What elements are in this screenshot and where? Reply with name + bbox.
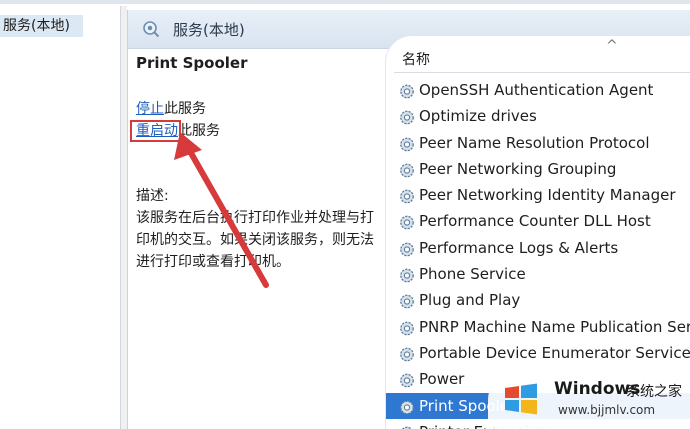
service-detail-pane: Print Spooler 停止此服务 重启动此服务 描述: 该服务在后台执行打… xyxy=(128,49,388,429)
service-gear-icon xyxy=(398,240,416,257)
service-gear-icon xyxy=(398,319,416,336)
restart-suffix: 此服务 xyxy=(178,123,220,139)
service-gear-icon xyxy=(398,187,416,204)
stop-action: 停止此服务 xyxy=(136,99,206,119)
service-gear-icon xyxy=(398,424,416,429)
service-row-label: Plug and Play xyxy=(419,291,521,310)
service-row[interactable]: Optimize drives xyxy=(386,103,690,129)
service-row-label: Power xyxy=(419,370,465,389)
service-row[interactable]: Peer Name Resolution Protocol xyxy=(386,130,690,156)
watermark-url: www.bjjmlv.com xyxy=(558,403,656,417)
service-row-label: Peer Name Resolution Protocol xyxy=(419,133,650,152)
service-row-label: Performance Counter DLL Host xyxy=(419,212,651,231)
description-text: 该服务在后台执行打印作业并处理与打印机的交互。如果关闭该服务，则无法进行打印或查… xyxy=(136,210,374,270)
service-row-label: Peer Networking Grouping xyxy=(419,159,617,178)
service-row[interactable]: Plug and Play xyxy=(386,287,690,313)
service-gear-icon xyxy=(398,213,416,230)
search-gear-icon xyxy=(143,21,160,38)
service-row-label: OpenSSH Authentication Agent xyxy=(419,81,654,99)
service-name-heading: Print Spooler xyxy=(136,54,248,72)
service-row[interactable]: Peer Networking Grouping xyxy=(386,156,690,182)
console-tree: 服务(本地) xyxy=(0,6,121,429)
service-gear-icon xyxy=(398,161,416,178)
service-gear-icon xyxy=(398,135,416,152)
tree-item-services-local[interactable]: 服务(本地) xyxy=(0,15,83,37)
top-strip xyxy=(0,0,690,4)
service-gear-icon xyxy=(398,345,416,362)
column-header-name[interactable]: 名称 xyxy=(394,44,690,73)
service-row[interactable]: Portable Device Enumerator Service xyxy=(386,340,690,366)
service-gear-icon xyxy=(398,398,416,415)
service-row[interactable]: PNRP Machine Name Publication Service xyxy=(386,314,690,340)
service-row-label: PNRP Machine Name Publication Service xyxy=(419,317,690,336)
restart-highlight-box xyxy=(130,120,181,142)
stop-suffix: 此服务 xyxy=(164,101,206,117)
service-row-label: Performance Logs & Alerts xyxy=(419,238,619,257)
service-gear-icon xyxy=(398,292,416,309)
watermark: Windows 系统之家 www.bjjmlv.com xyxy=(488,370,690,429)
service-gear-icon xyxy=(398,82,416,99)
service-row[interactable]: Performance Logs & Alerts xyxy=(386,235,690,261)
service-gear-icon xyxy=(398,371,416,388)
stop-service-link[interactable]: 停止 xyxy=(136,101,164,117)
watermark-brand-cn: 系统之家 xyxy=(626,384,682,400)
service-row[interactable]: Peer Networking Identity Manager xyxy=(386,182,690,208)
service-row-label: Portable Device Enumerator Service xyxy=(419,343,690,362)
service-row[interactable]: Phone Service xyxy=(386,261,690,287)
service-row-label: Peer Networking Identity Manager xyxy=(419,186,676,205)
sort-indicator: ^ xyxy=(606,38,618,54)
service-row-label: Phone Service xyxy=(419,265,526,284)
service-row[interactable]: OpenSSH Authentication Agent xyxy=(386,77,690,103)
panel-title: 服务(本地) xyxy=(173,21,245,39)
service-gear-icon xyxy=(398,108,416,125)
service-gear-icon xyxy=(398,266,416,283)
windows-logo-icon xyxy=(505,383,537,415)
services-main-panel: 服务(本地) Print Spooler 停止此服务 重启动此服务 描述: 该服… xyxy=(127,10,690,429)
service-row-label: Optimize drives xyxy=(419,107,537,126)
service-row[interactable]: Performance Counter DLL Host xyxy=(386,208,690,234)
description-label: 描述: xyxy=(136,188,169,204)
